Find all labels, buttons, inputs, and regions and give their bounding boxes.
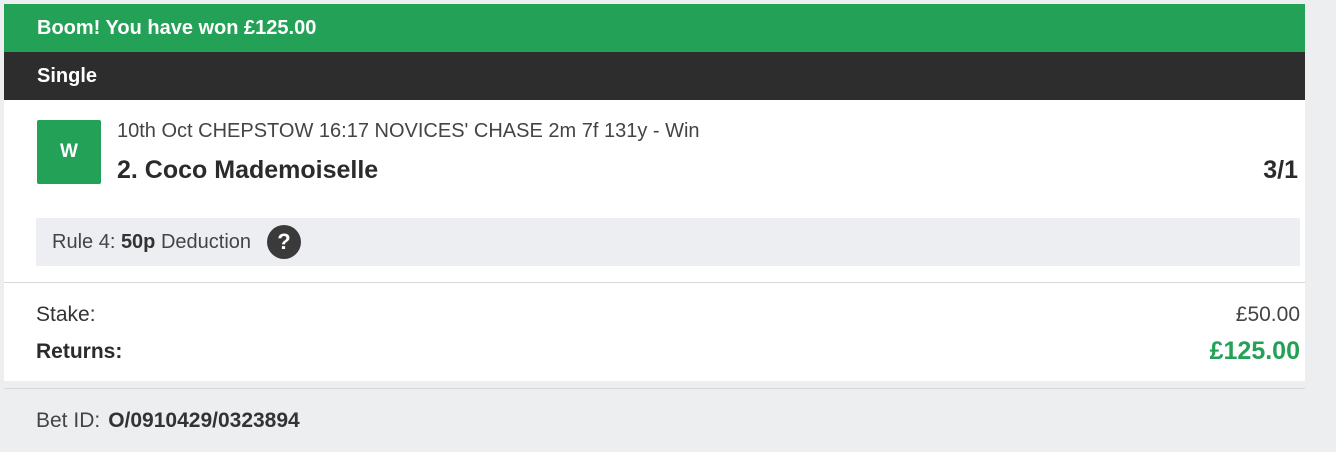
- bet-id-footer: Bet ID: O/0910429/0323894: [4, 388, 1305, 452]
- bet-receipt-card: Boom! You have won £125.00 Single W 10th…: [4, 4, 1305, 381]
- question-icon[interactable]: ?: [267, 225, 302, 259]
- bet-id-value: O/0910429/0323894: [108, 408, 300, 432]
- bet-type-bar: Single: [4, 52, 1305, 100]
- bet-id-label: Bet ID:: [36, 408, 101, 432]
- rule4-notice: Rule 4: 50p Deduction ?: [36, 218, 1300, 266]
- win-banner: Boom! You have won £125.00: [4, 4, 1305, 52]
- returns-value: £125.00: [1209, 337, 1300, 365]
- returns-label: Returns:: [36, 340, 123, 363]
- stake-label: Stake:: [36, 303, 96, 326]
- event-description: 10th Oct CHEPSTOW 16:17 NOVICES' CHASE 2…: [117, 120, 700, 142]
- rule4-prefix: Rule 4:: [52, 230, 116, 253]
- rule4-amount: 50p: [120, 230, 156, 253]
- stake-value: £50.00: [1235, 303, 1300, 326]
- rule4-suffix: Deduction: [160, 230, 252, 253]
- runner-name: 2. Coco Mademoiselle: [117, 156, 379, 184]
- totals-section: Stake: £50.00 Returns: £125.00: [4, 283, 1305, 381]
- selection-row: W 10th Oct CHEPSTOW 16:17 NOVICES' CHASE…: [4, 100, 1305, 286]
- win-banner-text: Boom! You have won £125.00: [37, 16, 317, 39]
- rule4-text: Rule 4: 50p Deduction: [52, 231, 251, 254]
- result-badge: W: [37, 120, 101, 184]
- odds-value: 3/1: [1263, 156, 1298, 184]
- bet-type-label: Single: [37, 64, 98, 87]
